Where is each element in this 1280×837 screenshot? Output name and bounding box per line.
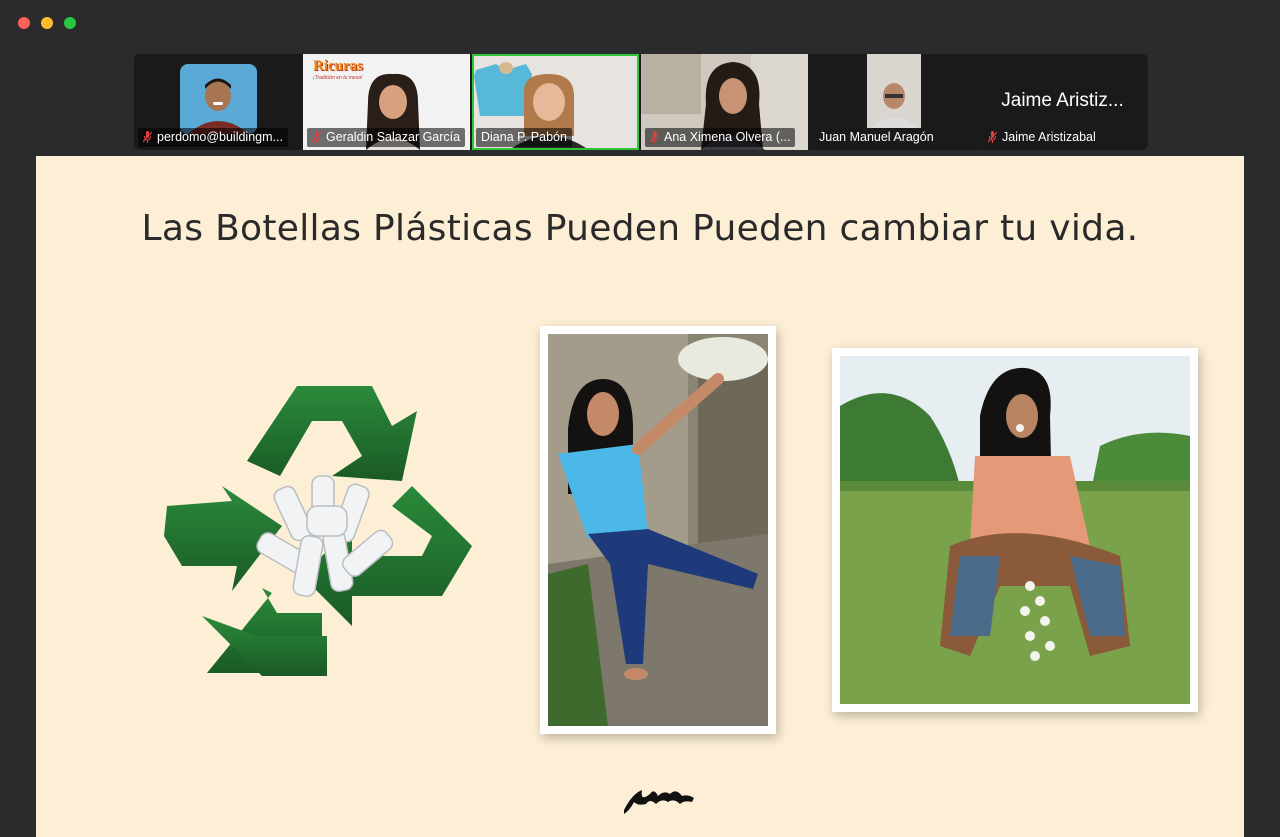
participant-name: Diana P. Pabón xyxy=(476,128,572,147)
participant-display-name: Jaime Aristiz... xyxy=(1001,90,1124,111)
participant-video xyxy=(867,54,921,128)
participant-tile[interactable]: Ricuras ¡Tradición en tu mesa! Geraldin … xyxy=(303,54,470,150)
participant-name: Juan Manuel Aragón xyxy=(814,128,939,147)
muted-mic-icon xyxy=(143,131,152,143)
photo-woman-blue-shirt xyxy=(540,326,776,734)
participant-tile[interactable]: Ana Ximena Olvera (... xyxy=(641,54,808,150)
zoom-window-button[interactable] xyxy=(64,17,76,29)
signature-logo xyxy=(624,790,694,814)
participant-name: perdomo@buildingm... xyxy=(138,128,288,147)
window-titlebar xyxy=(0,0,1280,46)
participant-name-label: Diana P. Pabón xyxy=(481,130,567,144)
participant-tile-active[interactable]: Diana P. Pabón xyxy=(472,54,639,150)
participant-name: Geraldin Salazar García xyxy=(307,128,466,147)
participant-name-label: Ana Ximena Olvera (... xyxy=(664,130,791,144)
slide-title: Las Botellas Plásticas Pueden Pueden cam… xyxy=(141,208,1139,249)
avatar xyxy=(180,64,257,134)
close-window-button[interactable] xyxy=(18,17,30,29)
photo-woman-with-flowers xyxy=(832,348,1198,712)
participant-tile[interactable]: Jaime Aristiz... Jaime Aristizabal xyxy=(979,54,1146,150)
participant-name-label: Juan Manuel Aragón xyxy=(819,130,934,144)
participant-tile[interactable]: Juan Manuel Aragón xyxy=(810,54,977,150)
participant-name: Jaime Aristizabal xyxy=(983,128,1101,147)
participant-name-label: perdomo@buildingm... xyxy=(157,130,283,144)
participant-name: Ana Ximena Olvera (... xyxy=(645,128,796,147)
participant-tile[interactable]: perdomo@buildingm... xyxy=(134,54,301,150)
photo-image xyxy=(548,334,768,726)
participant-name-label: Jaime Aristizabal xyxy=(1002,130,1096,144)
participant-name-label: Geraldin Salazar García xyxy=(326,130,461,144)
photo-image xyxy=(840,356,1190,704)
participant-strip: perdomo@buildingm... Ricuras ¡Tradición … xyxy=(134,54,1148,150)
muted-mic-icon xyxy=(650,131,659,143)
recycle-icon xyxy=(164,386,472,676)
muted-mic-icon xyxy=(312,131,321,143)
shared-screen-slide: Las Botellas Plásticas Pueden Pueden cam… xyxy=(36,156,1244,837)
muted-mic-icon xyxy=(988,131,997,143)
minimize-window-button[interactable] xyxy=(41,17,53,29)
